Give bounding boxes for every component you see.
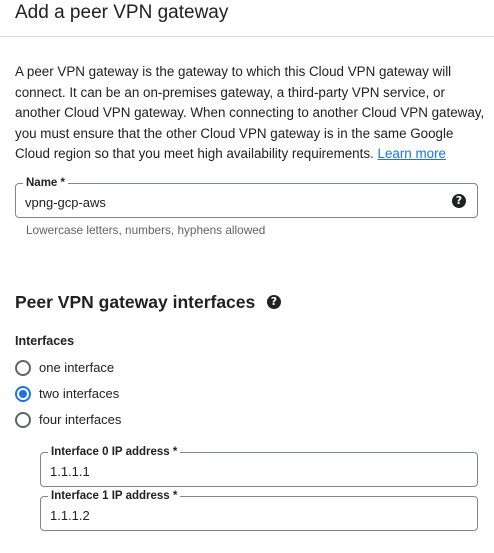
radio-four-interfaces[interactable]: four interfaces (15, 410, 215, 430)
name-field-hint: Lowercase letters, numbers, hyphens allo… (26, 223, 266, 237)
interface-1-ip-field[interactable]: Interface 1 IP address * 1.1.1.2 (40, 489, 478, 531)
learn-more-link[interactable]: Learn more (378, 146, 446, 161)
page-title: Add a peer VPN gateway (15, 2, 229, 23)
interface-0-ip-label: Interface 0 IP address * (48, 445, 181, 459)
radio-button-checked[interactable] (15, 386, 31, 402)
section-title: Peer VPN gateway interfaces (15, 292, 256, 312)
radio-two-interfaces[interactable]: two interfaces (15, 384, 215, 404)
radio-label: two interfaces (39, 386, 120, 401)
radio-label: one interface (39, 360, 115, 375)
add-peer-vpn-gateway-page: Add a peer VPN gateway A peer VPN gatewa… (0, 0, 494, 553)
page-header: Add a peer VPN gateway (0, 0, 494, 37)
help-circle-icon[interactable]: ? (452, 194, 466, 208)
help-circle-icon[interactable]: ? (267, 295, 281, 309)
description-paragraph: A peer VPN gateway is the gateway to whi… (15, 62, 485, 165)
radio-one-interface[interactable]: one interface (15, 358, 215, 378)
name-field[interactable]: Name * vpng-gcp-aws ? (15, 176, 478, 218)
interface-0-ip-field[interactable]: Interface 0 IP address * 1.1.1.1 (40, 445, 478, 487)
interfaces-group-label: Interfaces (15, 334, 75, 348)
interface-1-ip-label: Interface 1 IP address * (48, 489, 181, 503)
radio-button-unchecked[interactable] (15, 412, 31, 428)
interface-1-ip-value[interactable]: 1.1.1.2 (50, 508, 90, 524)
radio-button-unchecked[interactable] (15, 360, 31, 376)
name-field-label: Name * (23, 176, 68, 190)
radio-label: four interfaces (39, 412, 122, 427)
interface-0-ip-value[interactable]: 1.1.1.1 (50, 464, 90, 480)
name-input-value[interactable]: vpng-gcp-aws (25, 195, 106, 211)
